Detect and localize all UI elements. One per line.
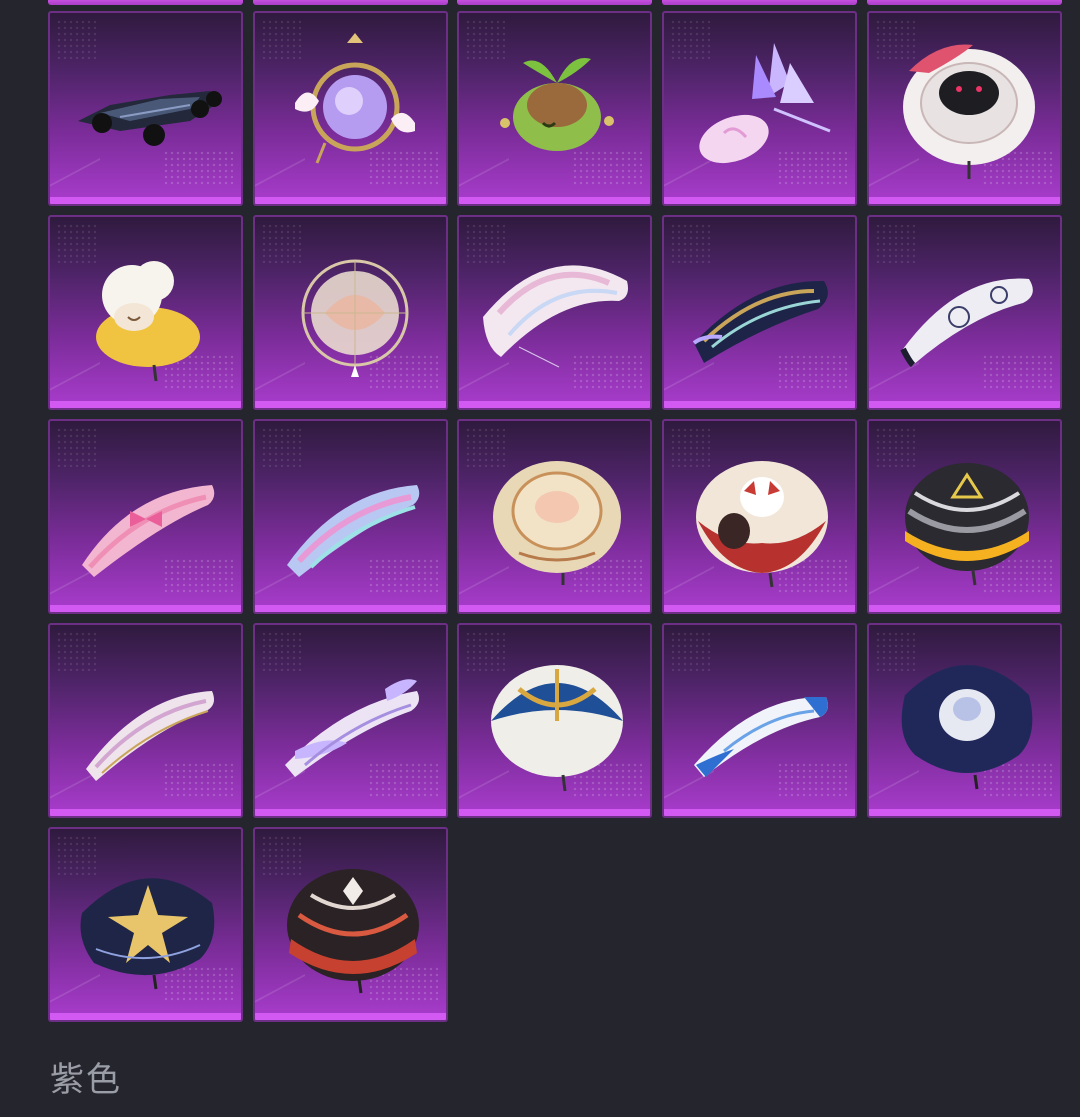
- winged-mirror-icon: [295, 33, 415, 164]
- item-tile[interactable]: [253, 11, 448, 206]
- sprout-creature-icon: [500, 58, 614, 151]
- item-tile[interactable]: [253, 827, 448, 1022]
- beige-dome-parachute-icon: [493, 461, 621, 585]
- pastel-pattern-parachute-icon: [287, 485, 420, 577]
- blue-white-parachute-icon: [694, 696, 828, 777]
- item-tile[interactable]: [867, 419, 1062, 614]
- pink-bow-parachute-icon: [82, 485, 215, 577]
- item-tile[interactable]: [662, 419, 857, 614]
- item-tile[interactable]: [867, 215, 1062, 410]
- race-car-icon: [78, 91, 222, 146]
- item-tile[interactable]: [867, 11, 1062, 206]
- previous-row-strip-4: [662, 0, 857, 5]
- pastel-parachute-icon: [483, 265, 628, 368]
- sheep-cloud-icon: [96, 261, 200, 382]
- item-tile[interactable]: [457, 215, 652, 410]
- previous-row-strip-3: [457, 0, 652, 5]
- item-tile[interactable]: [253, 215, 448, 410]
- previous-row-strip-1: [48, 0, 243, 5]
- cat-umbrella-icon: [903, 44, 1035, 179]
- crystal-candy-icon: [699, 43, 831, 164]
- item-tile[interactable]: [662, 623, 857, 818]
- item-tile[interactable]: [48, 623, 243, 818]
- navy-star-parachute-icon: [80, 878, 215, 990]
- white-swirl-parachute-icon: [900, 278, 1033, 368]
- previous-row-strip-5: [867, 0, 1062, 5]
- item-tile[interactable]: [48, 11, 243, 206]
- item-tile[interactable]: [457, 419, 652, 614]
- item-tile[interactable]: [867, 623, 1062, 818]
- item-tile[interactable]: [662, 215, 857, 410]
- yellow-striped-parachute-icon: [905, 463, 1029, 586]
- item-tile[interactable]: [457, 623, 652, 818]
- navy-square-parachute-icon: [901, 665, 1033, 790]
- previous-row-strip-2: [253, 0, 448, 5]
- item-tile[interactable]: [48, 827, 243, 1022]
- ornate-glider-icon: [692, 280, 828, 363]
- item-tile[interactable]: [48, 419, 243, 614]
- dreamcatcher-icon: [301, 259, 409, 377]
- item-tile[interactable]: [662, 11, 857, 206]
- section-title: 紫色: [50, 1060, 122, 1100]
- blue-gold-dome-parachute-icon: [491, 665, 623, 792]
- item-tile[interactable]: [457, 11, 652, 206]
- red-striped-dome-parachute-icon: [287, 869, 419, 994]
- white-gold-glider-icon: [86, 691, 214, 781]
- item-tile[interactable]: [48, 215, 243, 410]
- item-tile[interactable]: [253, 419, 448, 614]
- red-character-parachute-icon: [696, 461, 828, 588]
- item-tile[interactable]: [253, 623, 448, 818]
- winged-glider-icon: [285, 679, 419, 777]
